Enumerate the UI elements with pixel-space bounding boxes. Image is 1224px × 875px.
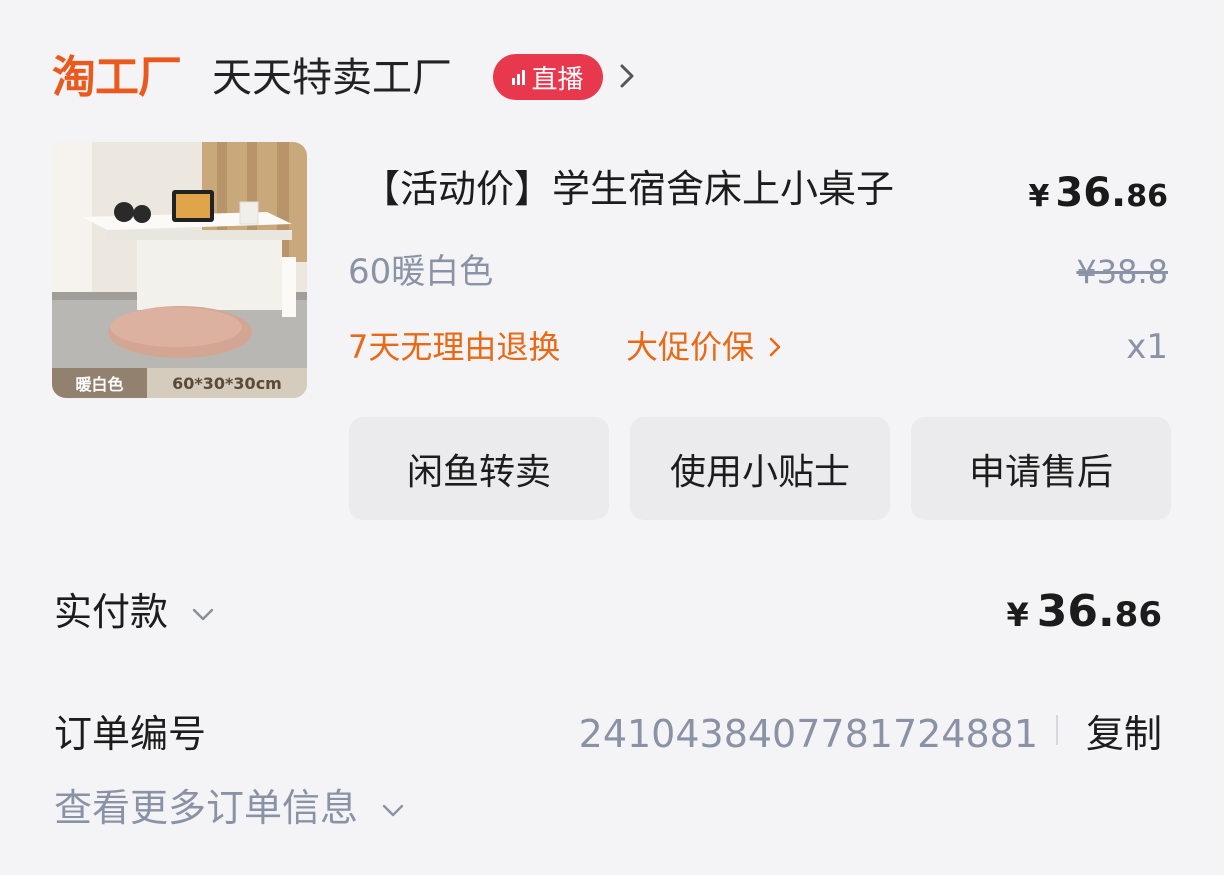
price-currency: ¥: [1028, 179, 1050, 214]
chevron-down-icon: [382, 804, 404, 817]
product-photo: [52, 142, 307, 398]
payment-amount: ¥36.86: [1006, 584, 1162, 643]
live-badge-label: 直播: [531, 64, 584, 95]
chevron-right-icon[interactable]: [612, 62, 640, 90]
image-size-tag: 60*30*30cm: [147, 368, 307, 398]
live-badge[interactable]: 直播: [493, 54, 603, 100]
price-integer: 36.: [1055, 170, 1127, 216]
chevron-right-icon: [769, 337, 781, 357]
price-guarantee-link[interactable]: 大促价保: [626, 324, 786, 370]
more-order-info-label: 查看更多订单信息: [54, 786, 359, 830]
shop-logo[interactable]: 淘工厂: [52, 50, 182, 106]
resell-button[interactable]: 闲鱼转卖: [349, 417, 609, 520]
order-number-label: 订单编号: [54, 712, 207, 756]
payment-currency: ¥: [1006, 596, 1029, 634]
order-number: 2410438407781724881: [578, 712, 1038, 756]
product-image[interactable]: 暖白色 60*30*30cm: [52, 142, 307, 398]
price-guarantee-label: 大促价保: [626, 328, 755, 366]
price-decimal: 86: [1126, 179, 1168, 214]
image-color-tag: 暖白色: [52, 368, 147, 398]
product-title[interactable]: 【活动价】学生宿舍床上小桌子: [362, 162, 894, 216]
product-quantity: x1: [1126, 327, 1168, 367]
divider: [1056, 715, 1058, 745]
copy-button[interactable]: 复制: [1086, 708, 1162, 760]
after-sale-button[interactable]: 申请售后: [911, 417, 1171, 520]
product-price: ¥36.86: [1029, 166, 1168, 224]
shop-name[interactable]: 天天特卖工厂: [212, 52, 452, 104]
chevron-down-icon: [192, 608, 214, 621]
more-order-info-toggle[interactable]: 查看更多订单信息: [54, 782, 406, 834]
payment-decimal: 86: [1114, 595, 1162, 635]
product-variant: 60暖白色: [348, 252, 494, 292]
payment-toggle[interactable]: 实付款: [54, 586, 216, 638]
original-price: ¥38.8: [1076, 253, 1168, 291]
return-policy[interactable]: 7天无理由退换: [348, 324, 560, 370]
payment-integer: 36.: [1036, 586, 1115, 637]
payment-label: 实付款: [54, 590, 169, 634]
live-bars-icon: [512, 69, 526, 85]
usage-tips-button[interactable]: 使用小贴士: [630, 417, 890, 520]
